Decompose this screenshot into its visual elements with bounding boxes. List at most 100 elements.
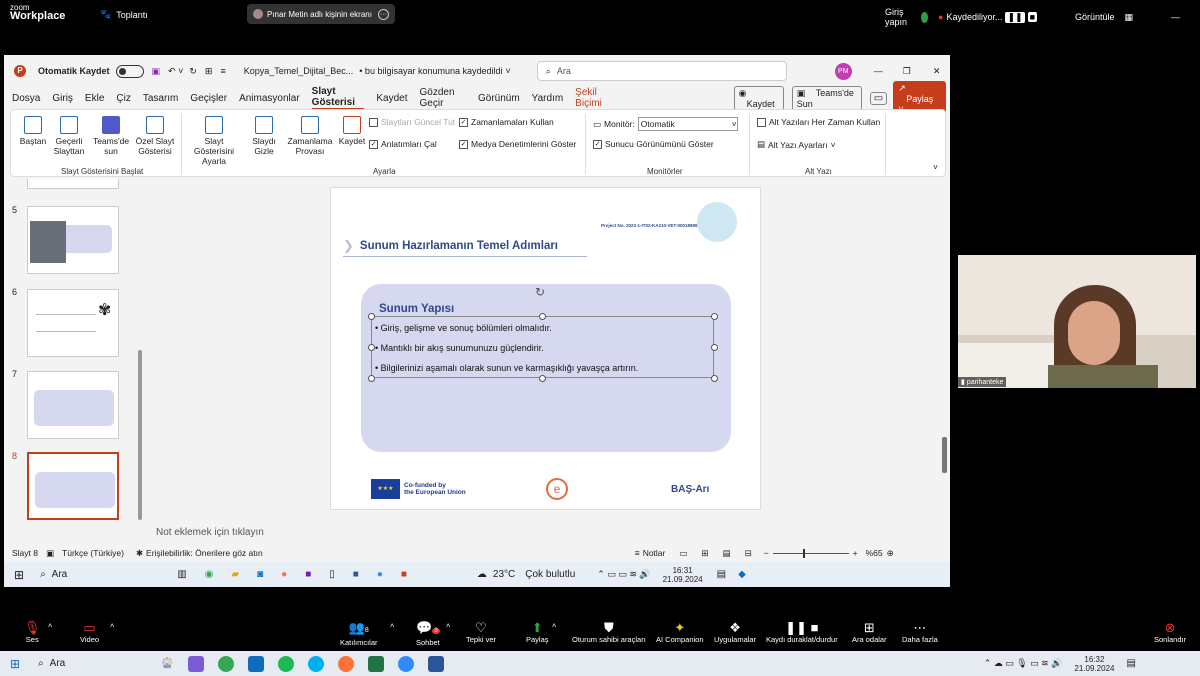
cb-alt-yazi[interactable]: Alt Yazıları Her Zaman Kullan — [757, 117, 880, 127]
chrome-icon[interactable] — [217, 655, 234, 672]
notification-icon[interactable]: ▤ — [1126, 658, 1135, 669]
copilot-icon[interactable]: ◆ — [738, 569, 746, 580]
rotate-handle-icon[interactable]: ↻ — [535, 285, 545, 299]
chat-button[interactable]: 💬 3 Sohbet — [416, 621, 440, 648]
resize-handle[interactable] — [539, 375, 546, 382]
taskbar-search[interactable]: Ara — [50, 658, 66, 669]
menu-gecisler[interactable]: Geçişler — [190, 93, 227, 104]
slide-canvas[interactable]: Project No. 2023-1-IT02-KA210-VET-000189… — [330, 187, 761, 510]
tray-icons[interactable]: ⌃ ▭ ▭ ≋ 🔊 — [597, 569, 650, 580]
kaydet-ribbon-button[interactable]: Kaydet — [337, 116, 367, 146]
zoom-app-icon[interactable]: ● — [377, 569, 383, 580]
thumb-slide-8[interactable] — [27, 452, 119, 520]
tray-icons[interactable]: ⌃ ☁ ▭ 🎙 ▭ ≋ 🔊 — [984, 658, 1063, 669]
skype-icon[interactable] — [307, 655, 324, 672]
accessibility-status[interactable]: Erişilebilirlik: Önerilere göz atın — [146, 548, 263, 558]
resize-handle[interactable] — [711, 344, 718, 351]
present-icon[interactable]: ⊞ — [205, 66, 213, 77]
weather-text[interactable]: Çok bulutlu — [525, 569, 575, 580]
menu-gorunum[interactable]: Görünüm — [478, 93, 520, 104]
folder-icon[interactable]: ▰ — [231, 569, 239, 580]
view-button[interactable]: Görüntüle — [1075, 12, 1115, 22]
minimize-icon[interactable]: — — [874, 66, 883, 76]
alt-ayar-button[interactable]: ▤ Alt Yazı Ayarları ˅ — [757, 139, 836, 150]
menu-ciz[interactable]: Çiz — [116, 93, 130, 104]
menu-slayt-gosterisi[interactable]: Slayt Gösterisi — [311, 86, 365, 110]
onenote-icon[interactable]: ■ — [305, 569, 311, 580]
zoom-app-icon[interactable] — [397, 655, 414, 672]
firefox-icon[interactable]: ● — [281, 569, 287, 580]
breakout-button[interactable]: ⊞ Ara odalar — [852, 621, 887, 645]
audio-options[interactable]: ˄ — [48, 621, 52, 630]
meeting-label[interactable]: 🐾 Toplantı — [100, 9, 148, 20]
notification-icon[interactable]: ▤ — [717, 569, 726, 580]
undo-icon[interactable]: ↶ ˅ — [168, 66, 183, 77]
spellcheck-icon[interactable]: ▣ — [46, 548, 54, 559]
menu-yardim[interactable]: Yardım — [532, 93, 564, 104]
resize-handle[interactable] — [368, 313, 375, 320]
word-icon[interactable]: ■ — [353, 569, 359, 580]
zoom-out-icon[interactable]: − — [764, 548, 769, 558]
redo-icon[interactable]: ↻ — [189, 66, 197, 77]
cb-sunucu[interactable]: ✓ Sunucu Görünümünü Göster — [593, 139, 714, 149]
share-screen-button[interactable]: ⬆ Paylaş — [526, 621, 549, 645]
react-button[interactable]: ♡ Tepki ver — [466, 621, 496, 645]
avatar[interactable]: PM — [834, 62, 852, 80]
record-button[interactable]: ◉ Kaydet — [733, 85, 784, 111]
host-tools-button[interactable]: ⛊ Oturum sahibi araçları — [572, 621, 646, 645]
share-indicator[interactable]: Pınar Metin adlı kişinin ekranı ··· — [247, 4, 395, 24]
notes-button[interactable]: Notlar — [643, 548, 666, 558]
resize-handle[interactable] — [711, 375, 718, 382]
menu-gozden-gecir[interactable]: Gözden Geçir — [420, 87, 466, 109]
thumbs-scrollbar[interactable] — [138, 350, 142, 520]
menu-giris[interactable]: Giriş — [52, 93, 73, 104]
slide-title[interactable]: ❯ Sunum Hazırlamanın Temel Adımları — [343, 238, 558, 254]
pause-icon[interactable]: ❚❚ — [1005, 11, 1025, 23]
menu-dosya[interactable]: Dosya — [12, 93, 40, 104]
resize-handle[interactable] — [368, 344, 375, 351]
apps-button[interactable]: ❖ Uygulamalar — [714, 621, 756, 645]
minimize-icon[interactable]: — — [1171, 12, 1180, 22]
zoom-slider[interactable] — [772, 548, 849, 558]
mail-icon[interactable] — [247, 655, 264, 672]
cb-zaman[interactable]: ✓ Zamanlamaları Kullan — [459, 117, 554, 127]
gizle-button[interactable]: Slaydı Gizle — [247, 116, 281, 156]
clock[interactable]: 16:32 21.09.2024 — [1074, 655, 1114, 673]
spotify-icon[interactable] — [277, 655, 294, 672]
menu-tasarim[interactable]: Tasarım — [143, 93, 179, 104]
inner-clock[interactable]: 16:31 21.09.2024 — [663, 566, 703, 584]
end-button[interactable]: ⊗ Sonlandır — [1154, 621, 1186, 645]
language[interactable]: Türkçe (Türkiye) — [62, 548, 124, 558]
widgets-icon[interactable]: ▥ — [177, 569, 186, 580]
fit-icon[interactable]: ⊕ — [887, 548, 894, 559]
zoom-level[interactable]: %65 — [866, 548, 883, 558]
autosave-toggle[interactable] — [115, 64, 144, 78]
more-button[interactable]: ⋯ Daha fazla — [902, 621, 938, 645]
word-icon[interactable] — [427, 655, 444, 672]
signin-link[interactable]: Giriş yapın — [885, 7, 911, 27]
bastan-button[interactable]: Baştan — [15, 116, 51, 146]
mute-button[interactable]: 🎙 Ses — [24, 621, 41, 645]
sorter-view-icon[interactable]: ⊞ — [701, 548, 708, 559]
normal-view-icon[interactable]: ▭ — [679, 548, 687, 559]
firefox-icon[interactable] — [337, 655, 354, 672]
video-options[interactable]: ˄ — [110, 621, 114, 630]
box-title[interactable]: Sunum Yapısı — [379, 303, 454, 315]
gecerli-button[interactable]: Geçerli Slayttan — [49, 116, 89, 156]
search-box[interactable]: ⌕ Ara — [536, 61, 787, 81]
temperature[interactable]: 23°C — [493, 569, 515, 580]
zoom-in-icon[interactable]: + — [853, 548, 858, 558]
chrome-icon[interactable]: ◉ — [205, 569, 214, 580]
resize-handle[interactable] — [368, 375, 375, 382]
cb-medya[interactable]: ✓ Medya Denetimlerini Göster — [459, 139, 576, 149]
menu-animasyonlar[interactable]: Animasyonlar — [239, 93, 300, 104]
collapse-ribbon-icon[interactable]: ˅ — [933, 162, 938, 172]
thumb-slide-6[interactable]: ✾ — [27, 289, 119, 357]
file-name[interactable]: Kopya_Temel_Dijital_Bec... — [244, 66, 354, 76]
slideshow-view-icon[interactable]: ⊟ — [745, 548, 752, 559]
teams-sun-button[interactable]: Teams'de sun — [91, 116, 131, 156]
customize-icon[interactable]: ≡ — [220, 66, 225, 76]
notes-pane[interactable]: Not eklemek için tıklayın — [156, 527, 264, 538]
teams-button[interactable]: ▣ Teams'de Sun — [791, 85, 862, 111]
more-icon[interactable]: ··· — [378, 8, 389, 20]
